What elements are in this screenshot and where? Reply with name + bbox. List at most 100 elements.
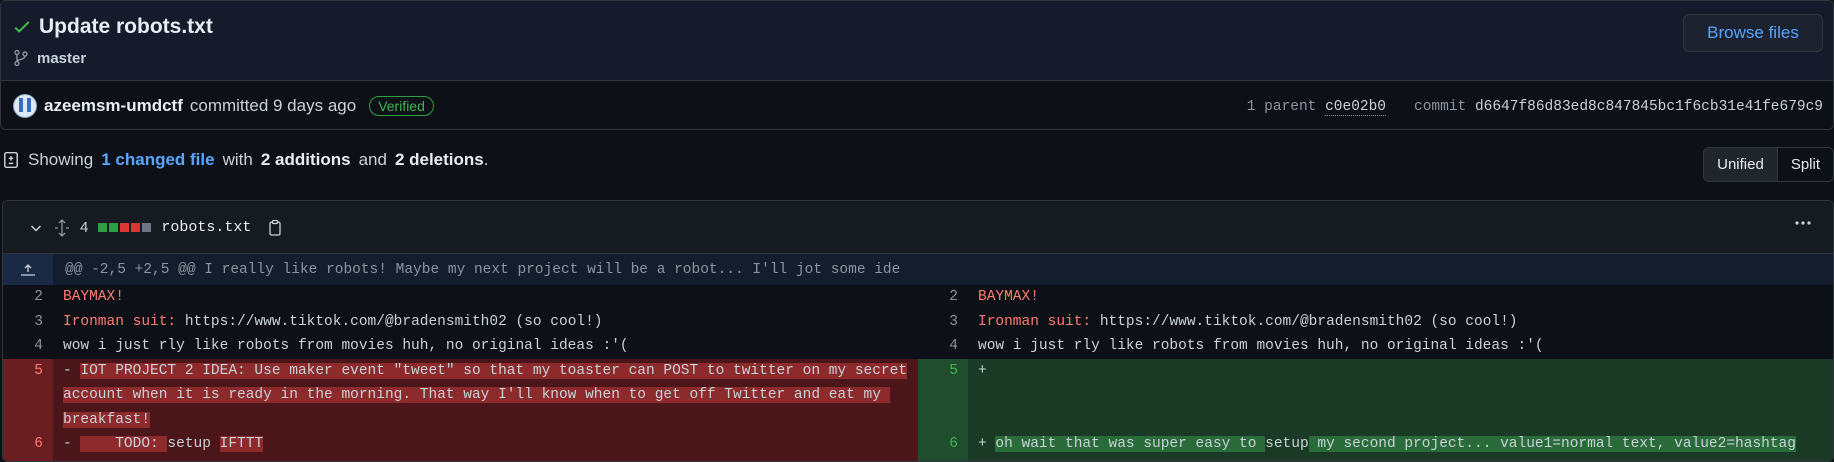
code-text: setup [1265,436,1309,452]
code-value: https://www.tiktok.com/@bradensmith02 (s… [176,313,603,330]
line-number[interactable]: 2 [918,285,968,310]
commit-info: commit d6647f86d83ed8c847845bc1f6cb31e41… [1414,99,1823,115]
branch-name[interactable]: master [37,50,86,67]
kebab-menu-icon[interactable] [1793,213,1813,239]
hunk-header-text: @@ -2,5 +2,5 @@ I really like robots! Ma… [65,261,901,278]
deleted-line: 5 - IOT PROJECT 2 IDEA: Use maker event … [3,358,918,432]
line-number[interactable]: 4 [3,334,53,359]
line-code: BAYMAX! [978,289,1039,305]
deletions-count: 2 deletions [394,150,484,169]
line-code: wow i just rly like robots from movies h… [63,338,629,354]
diff-view-toggle: Unified Split [1703,147,1834,182]
diffstat-block [120,223,130,232]
deleted-text: breakfast! [63,411,151,428]
line-number[interactable]: 2 [3,285,53,310]
summary-period: . [483,150,489,169]
line-code: BAYMAX! [63,289,124,305]
diff-summary: Showing 1 changed file with 2 additions … [2,150,488,170]
file-diff: 4 robots.txt @@ -2,5 +2,5 @@ I really li… [2,200,1834,462]
added-text: my second project... value1=normal text,… [1308,436,1796,452]
code-value: https://www.tiktok.com/@bradensmith02 (s… [1091,313,1518,330]
branch-icon [14,49,28,67]
branch-row: master [13,49,86,67]
deleted-text: TODO: [80,436,168,452]
code-text: setup [167,436,211,452]
browse-files-button[interactable]: Browse files [1683,14,1823,52]
line-number[interactable]: 3 [3,310,53,335]
line-number[interactable]: 5 [3,358,53,432]
expand-all-icon[interactable] [54,218,70,237]
parent-sha-link[interactable]: c0e02b0 [1325,99,1387,116]
file-header: 4 robots.txt [3,201,1833,254]
author-row: azeemsm-umdctf committed 9 days ago Veri… [13,94,434,118]
line-number[interactable]: 4 [918,334,968,359]
summary-showing: Showing [28,150,94,169]
chevron-down-icon[interactable] [28,220,44,236]
line-code: - IOT PROJECT 2 IDEA: Use maker event "t… [53,358,918,432]
file-diff-icon [4,151,18,169]
summary-with: with [222,150,253,169]
diffstat-block [98,223,108,232]
parent-info: 1 parent c0e02b0 [1246,99,1387,116]
added-line: 5 + [918,358,1833,432]
changed-files-link[interactable]: 1 changed file [101,150,214,170]
deleted-text: account when it is ready in the morning.… [63,387,890,403]
commit-title: Update robots.txt [39,15,213,38]
diff-line: 2 BAYMAX! [918,285,1833,310]
line-code: wow i just rly like robots from movies h… [978,338,1544,354]
file-name[interactable]: robots.txt [161,219,251,236]
avatar[interactable] [13,94,37,118]
line-code: + oh wait that was super easy to setup m… [968,432,1833,461]
verified-badge[interactable]: Verified [369,96,434,116]
line-code: + [968,358,1833,432]
line-code: - TODO: setup IFTTT [53,432,918,461]
code-key: Ironman suit: [63,313,177,330]
summary-and: and [358,150,387,169]
diff-line: 4 wow i just rly like robots from movies… [918,334,1833,359]
deleted-text: IOT PROJECT 2 IDEA: Use maker event "twe… [80,362,908,379]
line-number[interactable]: 5 [918,358,968,432]
line-number[interactable]: 6 [3,432,53,461]
line-code: Ironman suit: https://www.tiktok.com/@br… [968,310,1833,335]
copy-icon[interactable] [267,219,283,237]
diff-marker: - [63,362,72,379]
diff-marker: + [978,436,987,452]
right-side: 2 BAYMAX! 3 Ironman suit: https://www.ti… [918,285,1833,461]
diffstat-block [142,223,152,232]
check-icon [14,21,30,33]
split-button[interactable]: Split [1778,148,1833,181]
diffstat-block [109,223,119,232]
diff-line: 3 Ironman suit: https://www.tiktok.com/@… [3,310,918,335]
expand-up-icon[interactable] [3,254,53,285]
unified-button[interactable]: Unified [1704,148,1778,181]
commit-header: Update robots.txt master Browse files az… [0,0,1834,130]
parent-label: 1 parent [1246,99,1317,115]
diffstat-bar [98,223,152,232]
commit-meta-bar: azeemsm-umdctf committed 9 days ago Veri… [1,81,1833,129]
committed-text: committed 9 days ago [189,96,357,115]
commit-meta: 1 parent c0e02b0 commit d6647f86d83ed8c8… [1246,99,1823,116]
file-header-items: 4 robots.txt [28,201,283,254]
code-key: Ironman suit: [978,313,1092,330]
author-name[interactable]: azeemsm-umdctf [44,96,183,116]
added-line: 6 + oh wait that was super easy to setup… [918,432,1833,461]
line-code: Ironman suit: https://www.tiktok.com/@br… [53,310,918,335]
diff-line: 4 wow i just rly like robots from movies… [3,334,918,359]
hunk-header: @@ -2,5 +2,5 @@ I really like robots! Ma… [3,254,1833,285]
left-side: 2 BAYMAX! 3 Ironman suit: https://www.ti… [3,285,918,461]
deleted-text: IFTTT [219,436,264,452]
diff-line: 3 Ironman suit: https://www.tiktok.com/@… [918,310,1833,335]
added-text: oh wait that was super easy to [995,436,1266,452]
deleted-line: 6 - TODO: setup IFTTT [3,432,918,461]
commit-title-area: Update robots.txt master Browse files [1,1,1833,81]
line-number[interactable]: 3 [918,310,968,335]
diff-marker: - [63,436,72,452]
split-diff: 2 BAYMAX! 3 Ironman suit: https://www.ti… [3,285,1833,461]
line-number[interactable]: 6 [918,432,968,461]
additions-count: 2 additions [260,150,351,169]
commit-sha: d6647f86d83ed8c847845bc1f6cb31e41fe679c9 [1474,99,1823,115]
commit-label: commit [1414,99,1467,115]
diff-marker: + [978,362,987,379]
title-row: Update robots.txt [13,15,213,39]
